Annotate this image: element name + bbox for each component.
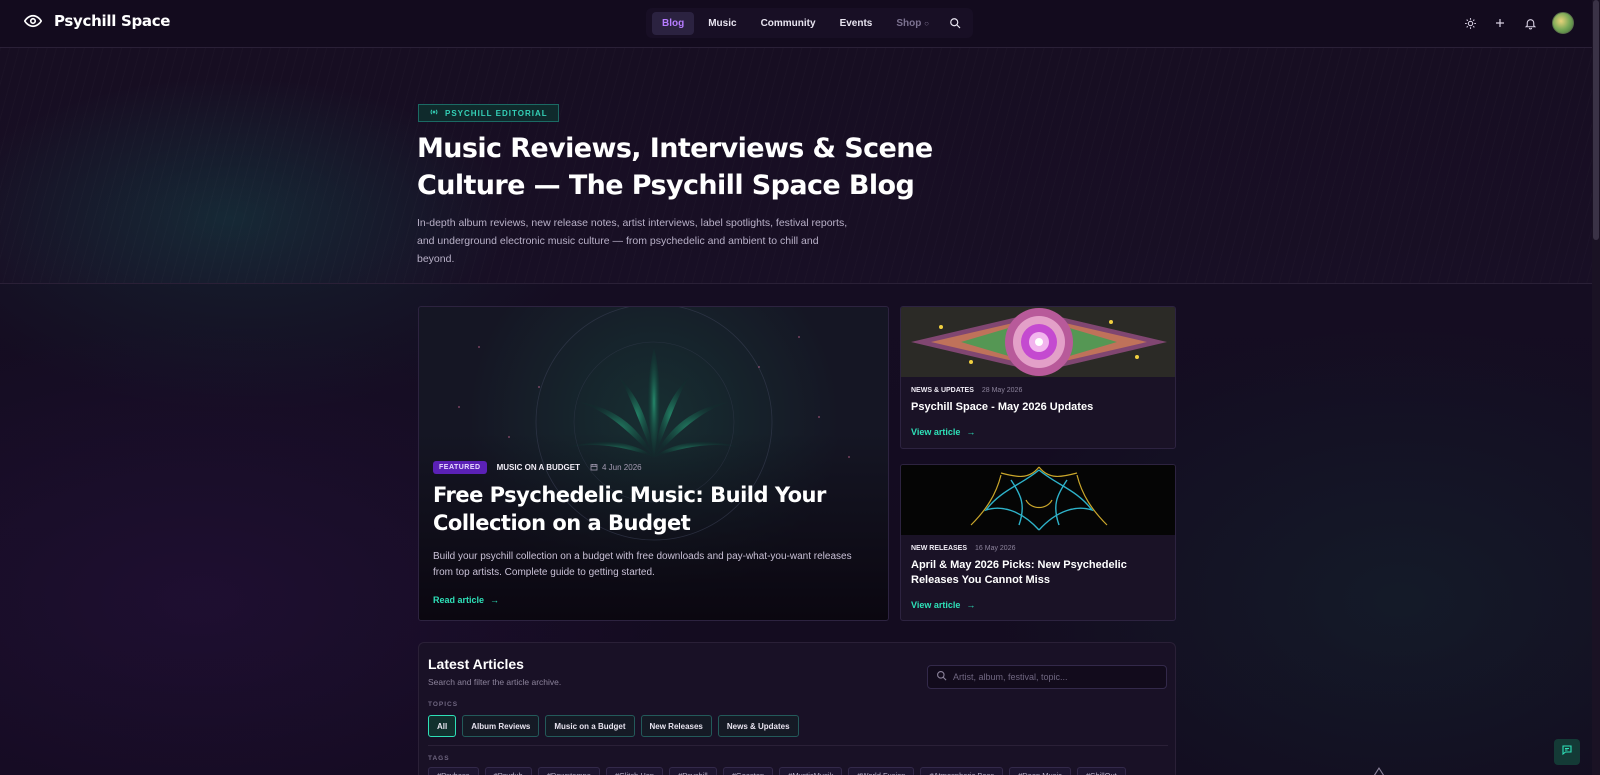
tags-label: TAGS (428, 755, 450, 762)
arrow-right-icon: → (966, 427, 976, 437)
search-input[interactable] (953, 672, 1153, 682)
brand-name: Psychill Space (54, 12, 171, 30)
featured-article-card[interactable]: FEATURED MUSIC ON A BUDGET 4 Jun 2026 Fr… (418, 306, 889, 621)
plus-icon[interactable] (1492, 15, 1508, 31)
mandala-artwork (901, 307, 1175, 377)
featured-description: Build your psychill collection on a budg… (433, 551, 852, 578)
read-article-label: Read article (433, 595, 485, 605)
blog-hero: PSYCHILL EDITORIAL Music Reviews, Interv… (0, 48, 1592, 284)
sun-theme-icon[interactable] (1462, 15, 1478, 31)
tag-chip[interactable]: #World Fusion (848, 767, 915, 775)
nav-shop-label: Shop (896, 17, 922, 29)
view-article-link[interactable]: View article → (911, 600, 975, 610)
chat-icon (1561, 743, 1573, 761)
featured-date-text: 4 Jun 2026 (602, 463, 642, 472)
nav-events[interactable]: Events (830, 12, 883, 35)
lock-icon: ○ (924, 18, 929, 28)
tag-chip[interactable]: #Goastep (722, 767, 774, 775)
tag-filters: #Psybass #Psydub #Downtempo #Glitch Hop … (428, 767, 1126, 775)
tag-chip[interactable]: #Glitch Hop (605, 767, 664, 775)
bell-icon[interactable] (1522, 15, 1538, 31)
nav-community[interactable]: Community (751, 12, 826, 35)
scrollbar-thumb[interactable] (1593, 0, 1599, 240)
nav-shop[interactable]: Shop ○ (886, 12, 939, 35)
featured-title[interactable]: Free Psychedelic Music: Build Your Colle… (433, 481, 853, 537)
page-title: Music Reviews, Interviews & Scene Cultur… (417, 133, 933, 201)
search-icon (936, 668, 947, 686)
card-title[interactable]: Psychill Space - May 2026 Updates (911, 400, 1169, 415)
featured-meta: FEATURED MUSIC ON A BUDGET 4 Jun 2026 (433, 461, 642, 474)
side-article-card[interactable]: NEWS & UPDATES 28 May 2026 Psychill Spac… (900, 306, 1176, 449)
view-article-link[interactable]: View article → (911, 427, 975, 437)
featured-badge: FEATURED (433, 461, 487, 474)
tag-chip[interactable]: #Downtempo (537, 767, 600, 775)
brand[interactable]: Psychill Space (24, 12, 170, 30)
chat-button[interactable] (1554, 739, 1580, 765)
topic-chip-new-releases[interactable]: New Releases (640, 715, 712, 737)
broadcast-icon (429, 107, 439, 119)
arrow-right-icon: → (490, 595, 500, 605)
tag-chip[interactable]: #Atmospheric Bass (920, 767, 1004, 775)
article-search (927, 665, 1167, 689)
card-category[interactable]: NEW RELEASES (911, 545, 967, 552)
search-icon[interactable] (943, 11, 967, 35)
featured-date: 4 Jun 2026 (590, 463, 642, 473)
top-navigation-bar: Psychill Space Blog Music Community Even… (0, 0, 1600, 48)
avatar[interactable] (1552, 12, 1574, 34)
latest-articles-title: Latest Articles (428, 656, 524, 672)
header-actions (1462, 12, 1574, 34)
tag-chip[interactable]: #Psybass (428, 767, 479, 775)
view-article-label: View article (911, 600, 961, 610)
eye-logo-icon (24, 12, 42, 30)
nav-music[interactable]: Music (698, 12, 746, 35)
nav-blog[interactable]: Blog (652, 11, 695, 35)
topic-chip-news-updates[interactable]: News & Updates (717, 715, 799, 737)
tag-chip[interactable]: #Deep Music (1009, 767, 1071, 775)
read-article-link[interactable]: Read article → (433, 595, 499, 605)
tag-chip[interactable]: #Psychill (669, 767, 717, 775)
featured-category[interactable]: MUSIC ON A BUDGET (497, 463, 580, 472)
card-date: 16 May 2026 (975, 545, 1016, 552)
view-article-label: View article (911, 427, 961, 437)
editorial-label: PSYCHILL EDITORIAL (445, 108, 548, 118)
tag-chip[interactable]: #ChillOut (1076, 767, 1126, 775)
card-meta: NEWS & UPDATES 28 May 2026 (911, 387, 1022, 394)
tag-chip[interactable]: #MysticMusik (779, 767, 843, 775)
topics-label: TOPICS (428, 701, 459, 708)
editorial-badge: PSYCHILL EDITORIAL (418, 104, 559, 122)
topic-chip-music-on-a-budget[interactable]: Music on a Budget (545, 715, 635, 737)
side-article-card[interactable]: NEW RELEASES 16 May 2026 April & May 202… (900, 464, 1176, 621)
calendar-icon (590, 463, 598, 473)
scrollbar[interactable] (1592, 0, 1600, 775)
card-date: 28 May 2026 (981, 387, 1023, 394)
latest-articles-panel: Latest Articles Search and filter the ar… (418, 642, 1176, 775)
latest-articles-subtitle: Search and filter the article archive. (428, 677, 562, 687)
recycle-icon (1372, 764, 1386, 775)
tag-chip[interactable]: #Psydub (484, 767, 532, 775)
card-title[interactable]: April & May 2026 Picks: New Psychedelic … (911, 558, 1169, 588)
topic-filters: All Album Reviews Music on a Budget New … (428, 715, 799, 737)
fractal-artwork (901, 465, 1175, 535)
card-meta: NEW RELEASES 16 May 2026 (911, 545, 1016, 552)
page-subtitle: In-depth album reviews, new release note… (417, 217, 848, 265)
divider (428, 745, 1168, 746)
main-nav: Blog Music Community Events Shop ○ (646, 8, 973, 38)
arrow-right-icon: → (966, 600, 976, 610)
topic-chip-album-reviews[interactable]: Album Reviews (462, 715, 540, 737)
topic-chip-all[interactable]: All (428, 715, 457, 737)
card-category[interactable]: NEWS & UPDATES (911, 387, 974, 394)
